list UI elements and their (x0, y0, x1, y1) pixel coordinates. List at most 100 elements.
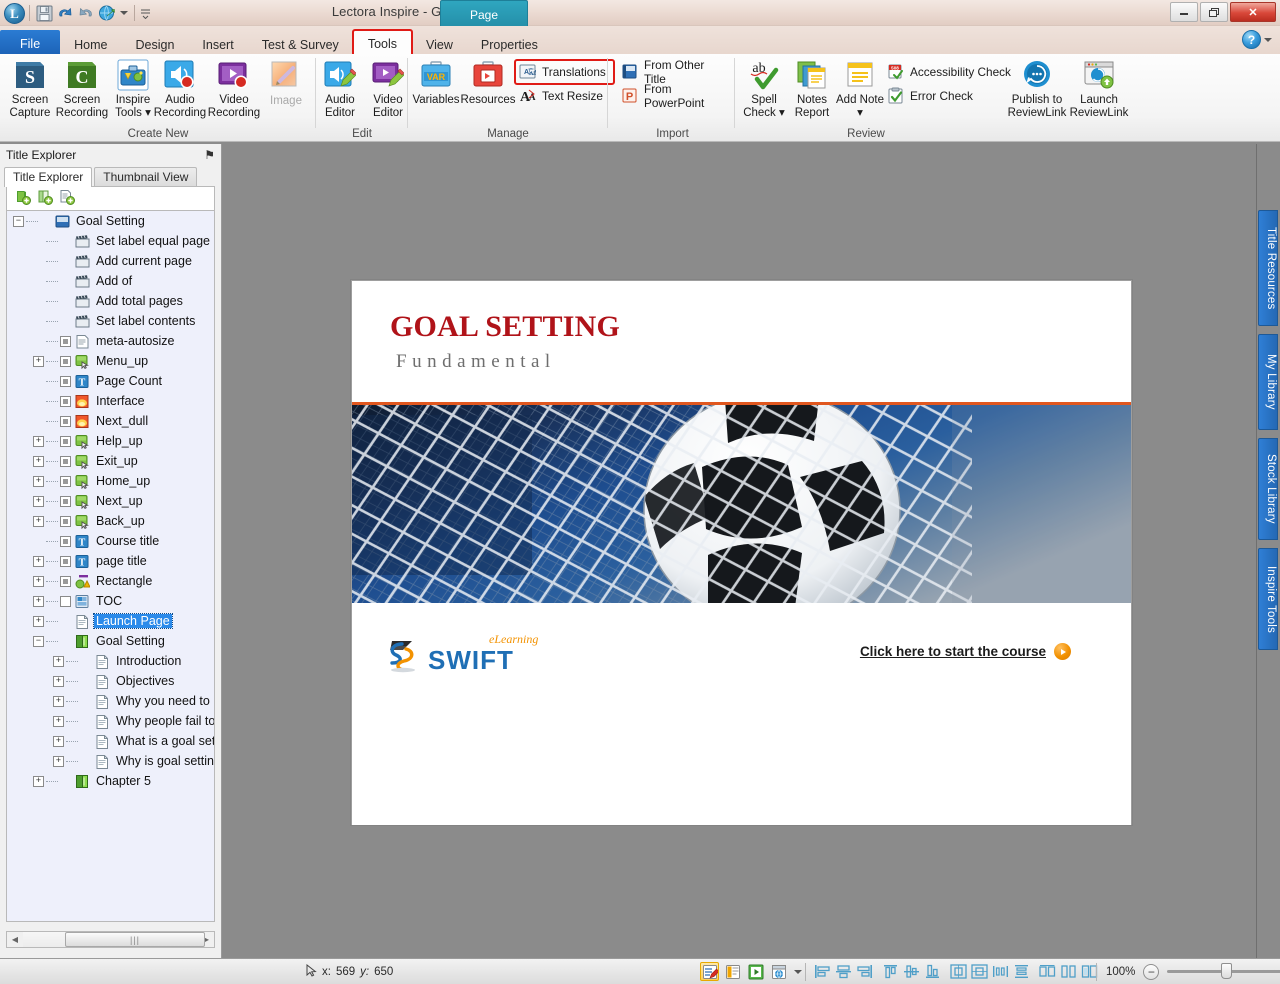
tree-item[interactable]: + Next_up (7, 491, 214, 511)
tree-item[interactable]: + Why people fail to a (7, 711, 214, 731)
play-arrow-icon[interactable] (1054, 643, 1071, 660)
visibility-checkbox[interactable] (60, 335, 71, 347)
collapse-icon[interactable]: − (13, 215, 24, 227)
tree-item[interactable]: Set label equal page (7, 231, 214, 251)
expand-icon[interactable]: + (53, 735, 64, 747)
slide-subtitle[interactable]: Fundamental (396, 351, 556, 373)
expand-icon[interactable]: + (33, 475, 44, 487)
page-canvas[interactable]: GOAL SETTING Fundamental SWIFT eLearning… (223, 144, 1280, 958)
expand-icon[interactable]: + (53, 695, 64, 707)
video-recording-button[interactable]: Video Recording (206, 56, 262, 126)
expand-icon[interactable]: + (33, 615, 44, 627)
expand-icon[interactable]: + (33, 455, 44, 467)
center-vertically-icon[interactable] (971, 964, 988, 979)
title-explorer-tree[interactable]: − Goal Setting Set label equal page Add cur… (6, 210, 215, 922)
zoom-slider[interactable] (1167, 963, 1280, 979)
center-horizontally-icon[interactable] (950, 964, 967, 979)
visibility-checkbox[interactable] (60, 395, 71, 407)
tree-item[interactable]: − Goal Setting (7, 631, 214, 651)
align-left-icon[interactable] (814, 964, 831, 979)
visibility-checkbox[interactable] (60, 475, 71, 487)
tree-item[interactable]: + Exit_up (7, 451, 214, 471)
tree-item[interactable]: + Menu_up (7, 351, 214, 371)
screen-recording-button[interactable]: C Screen Recording (54, 56, 110, 126)
expand-icon[interactable]: + (33, 495, 44, 507)
tree-item[interactable]: + TOC (7, 591, 214, 611)
visibility-checkbox[interactable] (60, 355, 71, 367)
tree-item[interactable]: Add total pages (7, 291, 214, 311)
slide-title[interactable]: GOAL SETTING (390, 310, 620, 344)
visibility-checkbox[interactable] (60, 595, 71, 607)
tree-item[interactable]: Interface (7, 391, 214, 411)
align-center-icon[interactable] (835, 964, 852, 979)
edit-mode-icon[interactable] (700, 962, 719, 981)
swift-elearning-logo[interactable]: SWIFT eLearning (386, 632, 538, 676)
tab-thumbnail-view[interactable]: Thumbnail View (94, 167, 198, 186)
expand-icon[interactable]: + (53, 715, 64, 727)
expand-icon[interactable]: + (33, 595, 44, 607)
tab-title-explorer[interactable]: Title Explorer (4, 167, 93, 187)
expand-icon[interactable]: + (33, 555, 44, 567)
distribute-horizontally-icon[interactable] (992, 964, 1009, 979)
tree-item[interactable]: + Objectives (7, 671, 214, 691)
from-other-title-button[interactable]: From Other Title (618, 58, 730, 86)
preview-mode-icon[interactable] (746, 962, 765, 981)
tree-item[interactable]: + Why is goal setting (7, 751, 214, 771)
same-height-icon[interactable] (1039, 964, 1056, 979)
expand-icon[interactable]: + (53, 755, 64, 767)
tree-item[interactable]: − Goal Setting (7, 211, 214, 231)
visibility-checkbox[interactable] (60, 455, 71, 467)
expand-icon[interactable]: + (33, 355, 44, 367)
tree-item[interactable]: + Rectangle (7, 571, 214, 591)
add-section-icon[interactable] (37, 189, 53, 208)
tree-item[interactable]: meta-autosize (7, 331, 214, 351)
visibility-checkbox[interactable] (60, 575, 71, 587)
from-powerpoint-button[interactable]: P From PowerPoint (618, 82, 736, 110)
help-icon[interactable]: ? (1242, 30, 1261, 49)
align-right-icon[interactable] (856, 964, 873, 979)
visibility-checkbox[interactable] (60, 435, 71, 447)
tree-item[interactable]: Add current page (7, 251, 214, 271)
tree-item[interactable]: + Back_up (7, 511, 214, 531)
tab-title-resources[interactable]: Title Resources (1258, 210, 1278, 326)
tree-item[interactable]: Set label contents (7, 311, 214, 331)
variables-button[interactable]: VAR Variables (408, 56, 464, 126)
resources-button[interactable]: Resources (460, 56, 516, 126)
collapse-icon[interactable]: − (33, 635, 44, 647)
scroll-thumb[interactable]: ||| (65, 932, 205, 947)
visibility-checkbox[interactable] (60, 515, 71, 527)
distribute-vertically-icon[interactable] (1013, 964, 1030, 979)
visibility-checkbox[interactable] (60, 535, 71, 547)
tree-item[interactable]: Next_dull (7, 411, 214, 431)
error-check-button[interactable]: Error Check (884, 85, 984, 107)
tree-item[interactable]: + Chapter 5 (7, 771, 214, 791)
screen-capture-button[interactable]: S Screen Capture (2, 56, 58, 126)
align-bottom-icon[interactable] (924, 964, 941, 979)
tree-item[interactable]: T Page Count (7, 371, 214, 391)
expand-icon[interactable]: + (33, 435, 44, 447)
visibility-checkbox[interactable] (60, 555, 71, 567)
visibility-checkbox[interactable] (60, 415, 71, 427)
tab-stock-library[interactable]: Stock Library (1258, 438, 1278, 540)
tree-item[interactable]: T Course title (7, 531, 214, 551)
expand-icon[interactable]: + (53, 675, 64, 687)
zoom-out-button[interactable]: − (1143, 963, 1160, 980)
tree-horizontal-scrollbar[interactable]: ◀ ||| ▶ (6, 931, 215, 948)
translations-button[interactable]: A \u529b Translations (514, 59, 615, 85)
text-resize-button[interactable]: A A Text Resize (516, 85, 611, 107)
minimize-button[interactable] (1170, 2, 1198, 22)
tab-my-library[interactable]: My Library (1258, 334, 1278, 430)
add-chapter-icon[interactable] (15, 189, 31, 208)
align-middle-icon[interactable] (903, 964, 920, 979)
expand-icon[interactable]: + (33, 575, 44, 587)
launch-reviewlink-button[interactable]: Launch ReviewLink (1062, 56, 1136, 126)
slide-image[interactable] (352, 405, 1131, 603)
align-top-icon[interactable] (882, 964, 899, 979)
slide-preview[interactable]: GOAL SETTING Fundamental SWIFT eLearning… (351, 280, 1132, 825)
audio-recording-button[interactable]: Audio Recording (152, 56, 208, 126)
tree-item[interactable]: + Why you need to ha (7, 691, 214, 711)
expand-icon[interactable]: + (53, 655, 64, 667)
scroll-left-icon[interactable]: ◀ (7, 932, 23, 947)
add-note-button[interactable]: Add Note ▾ (832, 56, 888, 126)
run-mode-icon[interactable] (723, 962, 742, 981)
